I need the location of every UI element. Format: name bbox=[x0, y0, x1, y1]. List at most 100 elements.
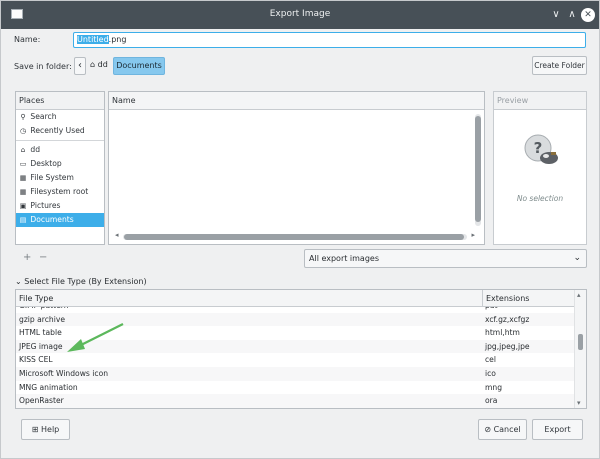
filename-input[interactable]: Untitled.png bbox=[73, 32, 586, 48]
scroll-left-icon[interactable]: ◂ bbox=[115, 231, 119, 239]
file-type-table-scrollbar[interactable]: ▴ ▾ bbox=[574, 290, 586, 408]
extensions-cell: xcf.gz,xcfgz bbox=[485, 314, 530, 324]
file-type-cell: Microsoft Windows icon bbox=[19, 368, 109, 378]
search-icon: ⚲ bbox=[20, 113, 26, 121]
drive-icon: ▦ bbox=[19, 188, 27, 196]
places-divider bbox=[16, 140, 104, 141]
file-type-cell: GIMP pattern bbox=[19, 307, 69, 310]
place-label: dd bbox=[30, 145, 41, 154]
help-icon: ⊞ bbox=[31, 425, 39, 434]
cancel-button[interactable]: ⊘ Cancel bbox=[478, 419, 527, 440]
close-icon[interactable]: ✕ bbox=[581, 8, 595, 22]
recent-icon: ◷ bbox=[19, 127, 27, 135]
place-desktop[interactable]: ▭ Desktop bbox=[16, 157, 104, 171]
place-file-system[interactable]: ▦ File System bbox=[16, 171, 104, 185]
create-folder-button[interactable]: Create Folder bbox=[532, 56, 587, 75]
table-row[interactable]: MNG animation mng bbox=[16, 380, 574, 395]
export-image-dialog: Export Image ∨ ∧ ✕ Name: Untitled.png Sa… bbox=[0, 0, 600, 459]
column-header-extensions[interactable]: Extensions bbox=[482, 290, 532, 307]
documents-icon: ▤ bbox=[19, 216, 27, 224]
path-home-label: dd bbox=[97, 60, 108, 69]
place-label: Desktop bbox=[30, 159, 62, 168]
path-back-button[interactable]: ‹ bbox=[74, 57, 86, 75]
places-panel: Places ⚲ Search ◷ Recently Used ⌂ dd ▭ D… bbox=[15, 91, 105, 245]
file-type-expander-label: Select File Type (By Extension) bbox=[24, 277, 147, 286]
place-label: Filesystem root bbox=[30, 187, 89, 196]
home-icon: ⌂ bbox=[20, 146, 26, 154]
file-filter-value: All export images bbox=[309, 254, 380, 263]
file-type-cell: JPEG image bbox=[19, 341, 63, 351]
help-button-label: Help bbox=[41, 425, 60, 434]
place-label: Recently Used bbox=[30, 126, 85, 135]
place-search[interactable]: ⚲ Search bbox=[16, 110, 104, 124]
home-icon: ⌂ bbox=[90, 60, 96, 69]
file-list-horizontal-scrollbar[interactable]: ◂ ▸ bbox=[115, 231, 475, 240]
export-button[interactable]: Export bbox=[532, 419, 583, 440]
preview-header: Preview bbox=[494, 92, 586, 110]
file-type-cell: MNG animation bbox=[19, 382, 78, 392]
path-home-button[interactable]: ⌂ dd bbox=[90, 60, 108, 69]
drive-icon: ▦ bbox=[19, 174, 27, 182]
table-row[interactable]: OpenRaster ora bbox=[16, 394, 574, 408]
name-label: Name: bbox=[14, 35, 41, 44]
places-header[interactable]: Places bbox=[16, 92, 104, 110]
chevron-down-icon: ⌄ bbox=[573, 253, 581, 263]
remove-bookmark-button[interactable]: − bbox=[39, 252, 47, 263]
scroll-down-icon[interactable]: ▾ bbox=[577, 399, 581, 407]
file-type-cell: gzip archive bbox=[19, 314, 66, 324]
path-current-folder[interactable]: Documents bbox=[113, 57, 165, 75]
extensions-cell: pat bbox=[485, 307, 497, 310]
place-filesystem-root[interactable]: ▦ Filesystem root bbox=[16, 185, 104, 199]
help-button[interactable]: ⊞ Help bbox=[21, 419, 70, 440]
extensions-cell: jpg,jpeg,jpe bbox=[485, 341, 530, 351]
table-header: File Type Extensions bbox=[16, 290, 574, 307]
preview-status: No selection bbox=[516, 194, 564, 203]
minimize-icon[interactable]: ∨ bbox=[549, 8, 563, 22]
maximize-icon[interactable]: ∧ bbox=[565, 8, 579, 22]
extensions-cell: ico bbox=[485, 368, 496, 378]
place-documents[interactable]: ▤ Documents bbox=[16, 213, 104, 227]
file-type-cell: OpenRaster bbox=[19, 396, 64, 406]
add-bookmark-button[interactable]: + bbox=[23, 252, 31, 263]
scroll-right-icon[interactable]: ▸ bbox=[471, 231, 475, 239]
scrollbar-thumb[interactable] bbox=[578, 334, 583, 350]
cancel-icon: ⊘ bbox=[484, 425, 492, 434]
place-label: Documents bbox=[30, 215, 74, 224]
chevron-down-icon: ⌄ bbox=[15, 277, 22, 286]
file-list-vertical-scrollbar[interactable] bbox=[475, 114, 481, 226]
column-header-file-type[interactable]: File Type bbox=[19, 294, 53, 303]
file-list-panel[interactable]: Name ◂ ▸ bbox=[108, 91, 485, 245]
file-type-cell: KISS CEL bbox=[19, 355, 53, 365]
place-pictures[interactable]: ▣ Pictures bbox=[16, 199, 104, 213]
file-type-cell: HTML table bbox=[19, 328, 62, 338]
gimp-wilber-icon: ? bbox=[524, 134, 558, 164]
pictures-icon: ▣ bbox=[19, 202, 27, 210]
cancel-button-label: Cancel bbox=[493, 425, 521, 434]
place-label: File System bbox=[30, 173, 74, 182]
desktop-icon: ▭ bbox=[19, 160, 27, 168]
scrollbar-thumb[interactable] bbox=[124, 234, 464, 240]
name-column-header[interactable]: Name bbox=[109, 92, 484, 110]
scrollbar-thumb[interactable] bbox=[475, 116, 481, 222]
table-row[interactable]: Microsoft Windows icon ico bbox=[16, 366, 574, 381]
filename-extension-text: .png bbox=[108, 35, 127, 44]
file-type-expander[interactable]: ⌄ Select File Type (By Extension) bbox=[15, 277, 147, 286]
annotation-arrow-icon bbox=[67, 323, 124, 352]
place-label: Pictures bbox=[30, 201, 61, 210]
scrollbar-track[interactable] bbox=[123, 234, 467, 240]
place-home[interactable]: ⌂ dd bbox=[16, 143, 104, 157]
extensions-cell: html,htm bbox=[485, 328, 520, 338]
extensions-cell: cel bbox=[485, 355, 496, 365]
place-label: Search bbox=[30, 112, 57, 121]
window-title: Export Image bbox=[269, 9, 331, 19]
save-in-folder-label: Save in folder: bbox=[14, 62, 72, 71]
svg-text:?: ? bbox=[534, 139, 543, 157]
extensions-cell: ora bbox=[485, 396, 498, 406]
place-recently-used[interactable]: ◷ Recently Used bbox=[16, 124, 104, 138]
file-filter-select[interactable]: All export images ⌄ bbox=[304, 249, 587, 268]
title-bar: Export Image ∨ ∧ ✕ bbox=[1, 1, 599, 29]
preview-panel: Preview ? No selection bbox=[493, 91, 587, 245]
scroll-up-icon[interactable]: ▴ bbox=[577, 291, 581, 299]
extensions-cell: mng bbox=[485, 382, 503, 392]
filename-selected-text: Untitled bbox=[77, 35, 109, 44]
